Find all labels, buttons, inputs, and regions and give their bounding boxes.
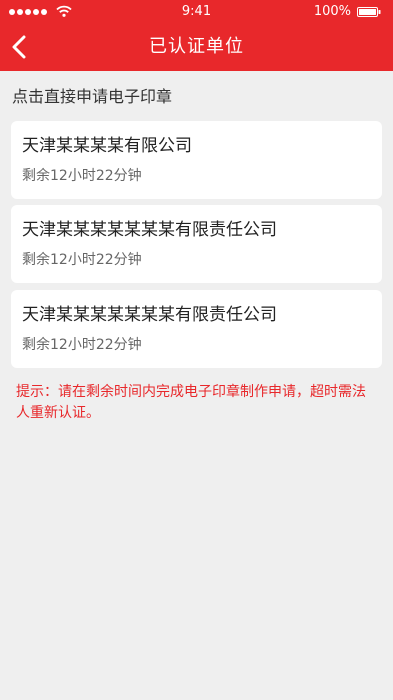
unit-name: 天津某某某某某某某有限责任公司 <box>22 220 277 240</box>
unit-card[interactable]: 天津某某某某某某某有限责任公司 剩余12小时22分钟 <box>11 205 382 283</box>
app-header: 9:41 100% 已认证单位 <box>0 0 393 71</box>
unit-name: 天津某某某某某某某有限责任公司 <box>22 305 277 325</box>
unit-card[interactable]: 天津某某某某某某某有限责任公司 剩余12小时22分钟 <box>11 290 382 368</box>
unit-card[interactable]: 天津某某某某有限公司 剩余12小时22分钟 <box>11 121 382 199</box>
battery-percentage: 100% <box>313 4 351 19</box>
battery-icon <box>357 7 381 17</box>
navigation-bar: 已认证单位 <box>0 24 393 71</box>
status-bar: 9:41 100% <box>0 0 393 24</box>
remaining-time: 剩余12小时22分钟 <box>22 168 142 184</box>
tip-text: 提示：请在剩余时间内完成电子印章制作申请，超时需法人重新认证。 <box>16 384 366 421</box>
remaining-time: 剩余12小时22分钟 <box>22 337 142 353</box>
unit-name: 天津某某某某有限公司 <box>22 136 192 156</box>
page-title: 已认证单位 <box>149 36 244 57</box>
section-label: 点击直接申请电子印章 <box>12 87 173 106</box>
remaining-time: 剩余12小时22分钟 <box>22 252 142 268</box>
